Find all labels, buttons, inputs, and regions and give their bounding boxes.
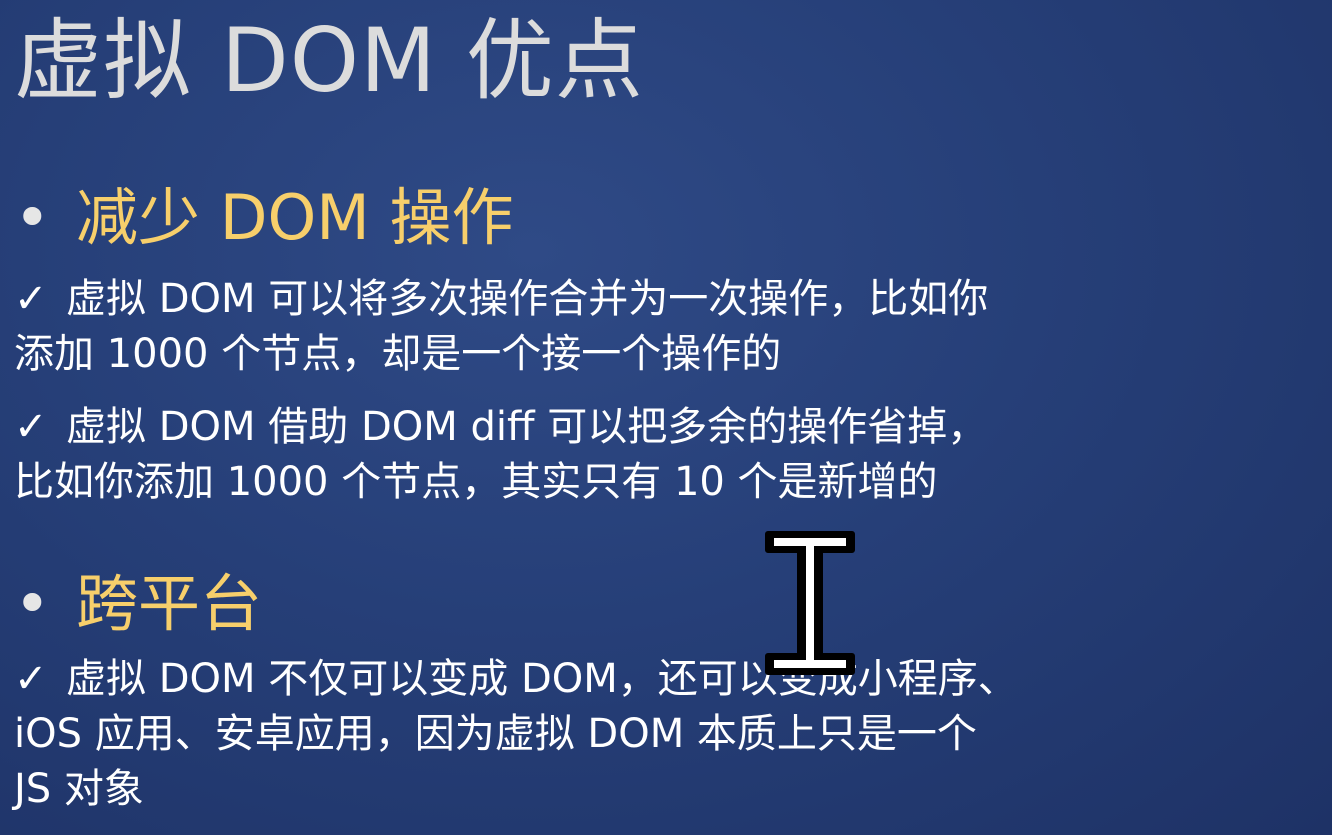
point-line: 比如你添加 1000 个节点，其实只有 10 个是新增的: [14, 459, 938, 505]
checkmark-icon: ✓: [14, 404, 48, 450]
presentation-slide: 虚拟 DOM 优点 • 减少 DOM 操作 ✓ 虚拟 DOM 可以将多次操作合并为一…: [0, 0, 1332, 835]
point-line: ✓ 虚拟 DOM 借助 DOM diff 可以把多余的操作省掉，: [14, 400, 1319, 455]
point-line: ✓ 虚拟 DOM 可以将多次操作合并为一次操作，比如你: [14, 272, 1319, 327]
slide-title: 虚拟 DOM 优点: [14, 9, 644, 112]
checkmark-icon: ✓: [14, 656, 48, 702]
bullet-icon: •: [14, 567, 51, 640]
bullet-icon: •: [14, 181, 51, 254]
point-line: JS 对象: [14, 766, 144, 812]
point-text: 虚拟 DOM 借助 DOM diff 可以把多余的操作省掉，: [66, 404, 988, 450]
text-i-beam-cursor-icon: [765, 531, 855, 675]
section-heading-text: 跨平台: [76, 567, 263, 640]
point-text: 虚拟 DOM 可以将多次操作合并为一次操作，比如你: [66, 276, 989, 322]
point-merge-operations: ✓ 虚拟 DOM 可以将多次操作合并为一次操作，比如你 添加 1000 个节点，却…: [14, 272, 1319, 382]
point-dom-diff: ✓ 虚拟 DOM 借助 DOM diff 可以把多余的操作省掉， 比如你添加 10…: [14, 400, 1319, 510]
section-heading-cross-platform: • 跨平台: [14, 566, 262, 642]
point-line: iOS 应用、安卓应用，因为虚拟 DOM 本质上只是一个: [14, 711, 977, 757]
point-line: ✓ 虚拟 DOM 不仅可以变成 DOM，还可以变成小程序、: [14, 652, 1319, 707]
point-text: 虚拟 DOM 不仅可以变成 DOM，还可以变成小程序、: [66, 656, 1018, 702]
section-heading-reduce-dom-operations: • 减少 DOM 操作: [14, 180, 513, 256]
checkmark-icon: ✓: [14, 276, 48, 322]
point-cross-platform-targets: ✓ 虚拟 DOM 不仅可以变成 DOM，还可以变成小程序、 iOS 应用、安卓应用…: [14, 652, 1319, 817]
point-line: 添加 1000 个节点，却是一个接一个操作的: [14, 331, 782, 377]
section-heading-text: 减少 DOM 操作: [76, 181, 514, 254]
